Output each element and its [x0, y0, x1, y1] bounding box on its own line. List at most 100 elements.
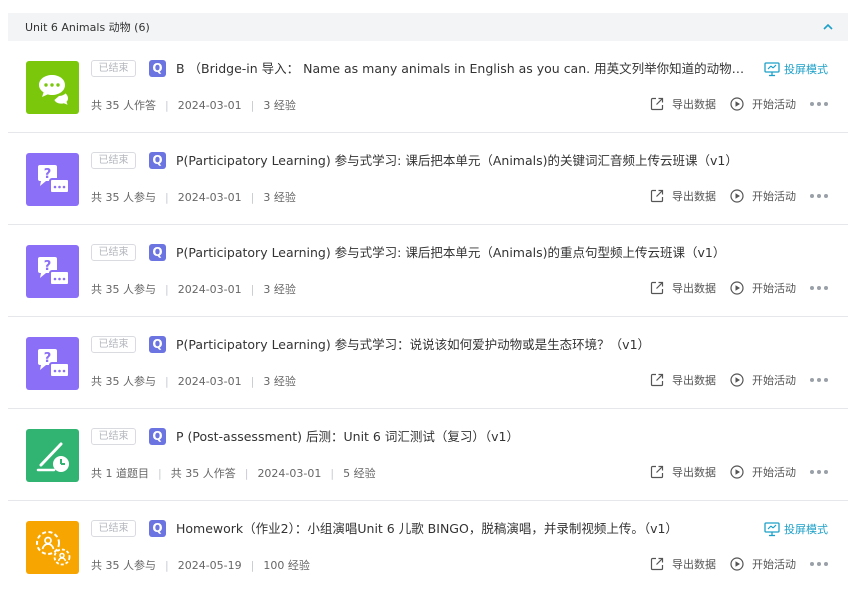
meta-item: 2024-03-01	[177, 282, 242, 296]
q-type-icon: Q	[149, 152, 166, 169]
more-options-icon[interactable]	[810, 102, 828, 106]
activity-meta: 共 35 人参与 | 2024-03-01 | 3 经验	[91, 281, 296, 297]
start-activity-label: 开始活动	[752, 190, 796, 203]
activity-row[interactable]: 已结束 Q Homework（作业2）：小组演唱Unit 6 儿歌 BINGO，…	[8, 501, 848, 592]
status-badge: 已结束	[91, 520, 136, 537]
activity-row[interactable]: ? 已结束 Q P(Participatory Learning) 参与式学习:…	[8, 225, 848, 317]
activity-row[interactable]: ? 已结束 Q P(Participatory Learning) 参与式学习:…	[8, 133, 848, 225]
meta-separator: |	[250, 98, 255, 112]
status-badge: 已结束	[91, 428, 136, 445]
q-type-icon: Q	[149, 336, 166, 353]
projection-mode-label: 投屏模式	[784, 63, 828, 76]
meta-item: 3 经验	[263, 99, 296, 112]
export-data-label: 导出数据	[672, 282, 716, 295]
row-actions: 导出数据 开始活动	[650, 96, 828, 112]
meta-item: 共 35 人参与	[91, 559, 156, 572]
question-answer-icon: ?	[37, 164, 70, 194]
row-actions: 导出数据 开始活动	[650, 556, 828, 572]
meta-item: 共 35 人作答	[91, 99, 156, 112]
export-data-button[interactable]: 导出数据	[650, 556, 716, 572]
more-options-icon[interactable]	[810, 562, 828, 566]
export-data-button[interactable]: 导出数据	[650, 464, 716, 480]
projection-mode-button[interactable]: 投屏模式	[764, 521, 828, 537]
meta-item: 共 1 道题目	[91, 467, 149, 480]
row-actions: 导出数据 开始活动	[650, 280, 828, 296]
start-activity-label: 开始活动	[752, 98, 796, 111]
export-icon	[650, 465, 664, 479]
status-badge: 已结束	[91, 152, 136, 169]
start-activity-label: 开始活动	[752, 558, 796, 571]
activity-row[interactable]: ? 已结束 Q P(Participatory Learning) 参与式学习：…	[8, 317, 848, 409]
activity-list: 已结束 Q B （Bridge-in 导入： Name as many anim…	[8, 41, 848, 592]
activity-title[interactable]: B （Bridge-in 导入： Name as many animals in…	[176, 60, 756, 77]
question-answer-icon: ?	[37, 348, 70, 378]
unit-section-header[interactable]: Unit 6 Animals 动物 (6)	[8, 13, 848, 41]
meta-item: 共 35 人参与	[91, 375, 156, 388]
activity-meta: 共 35 人参与 | 2024-03-01 | 3 经验	[91, 189, 296, 205]
q-type-icon: Q	[149, 244, 166, 261]
export-data-button[interactable]: 导出数据	[650, 188, 716, 204]
play-circle-icon	[730, 557, 744, 571]
start-activity-button[interactable]: 开始活动	[730, 372, 796, 388]
meta-separator: |	[158, 466, 162, 480]
export-data-button[interactable]: 导出数据	[650, 280, 716, 296]
activity-title[interactable]: P (Post-assessment) 后测：Unit 6 词汇测试（复习）（v…	[176, 428, 761, 445]
meta-separator: |	[244, 466, 249, 480]
start-activity-button[interactable]: 开始活动	[730, 96, 796, 112]
projection-mode-button[interactable]: 投屏模式	[764, 61, 828, 77]
play-circle-icon	[730, 465, 744, 479]
more-options-icon[interactable]	[810, 194, 828, 198]
projector-icon	[764, 522, 780, 537]
play-circle-icon	[730, 281, 744, 295]
export-data-label: 导出数据	[672, 98, 716, 111]
chevron-up-icon[interactable]	[822, 21, 834, 33]
activity-title[interactable]: P(Participatory Learning) 参与式学习: 课后把本单元（…	[176, 152, 761, 169]
activity-title[interactable]: P(Participatory Learning) 参与式学习: 课后把本单元（…	[176, 244, 761, 261]
more-options-icon[interactable]	[810, 378, 828, 382]
meta-item: 2024-03-01	[177, 374, 242, 388]
start-activity-button[interactable]: 开始活动	[730, 280, 796, 296]
activity-title[interactable]: P(Participatory Learning) 参与式学习：说说该如何爱护动…	[176, 336, 761, 353]
activity-type-icon: ?	[26, 153, 79, 206]
status-badge: 已结束	[91, 60, 136, 77]
more-options-icon[interactable]	[810, 286, 828, 290]
meta-separator: |	[165, 98, 169, 112]
activity-meta: 共 35 人参与 | 2024-03-01 | 3 经验	[91, 373, 296, 389]
export-icon	[650, 557, 664, 571]
start-activity-button[interactable]: 开始活动	[730, 556, 796, 572]
projector-icon	[764, 62, 780, 77]
meta-item: 2024-03-01	[177, 98, 242, 112]
activity-meta: 共 1 道题目 | 共 35 人作答 | 2024-03-01 | 5 经验	[91, 465, 376, 481]
export-data-button[interactable]: 导出数据	[650, 96, 716, 112]
meta-item: 共 35 人作答	[170, 467, 236, 480]
export-data-label: 导出数据	[672, 558, 716, 571]
start-activity-button[interactable]: 开始活动	[730, 464, 796, 480]
meta-item: 共 35 人参与	[91, 191, 156, 204]
meta-separator: |	[330, 466, 335, 480]
activity-row[interactable]: 已结束 Q P (Post-assessment) 后测：Unit 6 词汇测试…	[8, 409, 848, 501]
export-icon	[650, 281, 664, 295]
export-icon	[650, 97, 664, 111]
start-activity-button[interactable]: 开始活动	[730, 188, 796, 204]
meta-item: 3 经验	[263, 191, 296, 204]
activity-type-icon	[26, 521, 79, 574]
start-activity-label: 开始活动	[752, 374, 796, 387]
more-options-icon[interactable]	[810, 470, 828, 474]
activity-title[interactable]: Homework（作业2）：小组演唱Unit 6 儿歌 BINGO，脱稿演唱，并…	[176, 520, 756, 537]
status-badge: 已结束	[91, 336, 136, 353]
play-circle-icon	[730, 373, 744, 387]
meta-item: 5 经验	[343, 467, 376, 480]
meta-separator: |	[165, 558, 169, 572]
export-data-button[interactable]: 导出数据	[650, 372, 716, 388]
export-icon	[650, 373, 664, 387]
meta-item: 3 经验	[263, 375, 296, 388]
meta-item: 3 经验	[263, 283, 296, 296]
play-circle-icon	[730, 189, 744, 203]
activity-row[interactable]: 已结束 Q B （Bridge-in 导入： Name as many anim…	[8, 41, 848, 133]
status-badge: 已结束	[91, 244, 136, 261]
row-actions: 导出数据 开始活动	[650, 464, 828, 480]
q-type-icon: Q	[149, 60, 166, 77]
activity-meta: 共 35 人作答 | 2024-03-01 | 3 经验	[91, 97, 296, 113]
q-type-icon: Q	[149, 428, 166, 445]
meta-item: 2024-03-01	[257, 466, 322, 480]
